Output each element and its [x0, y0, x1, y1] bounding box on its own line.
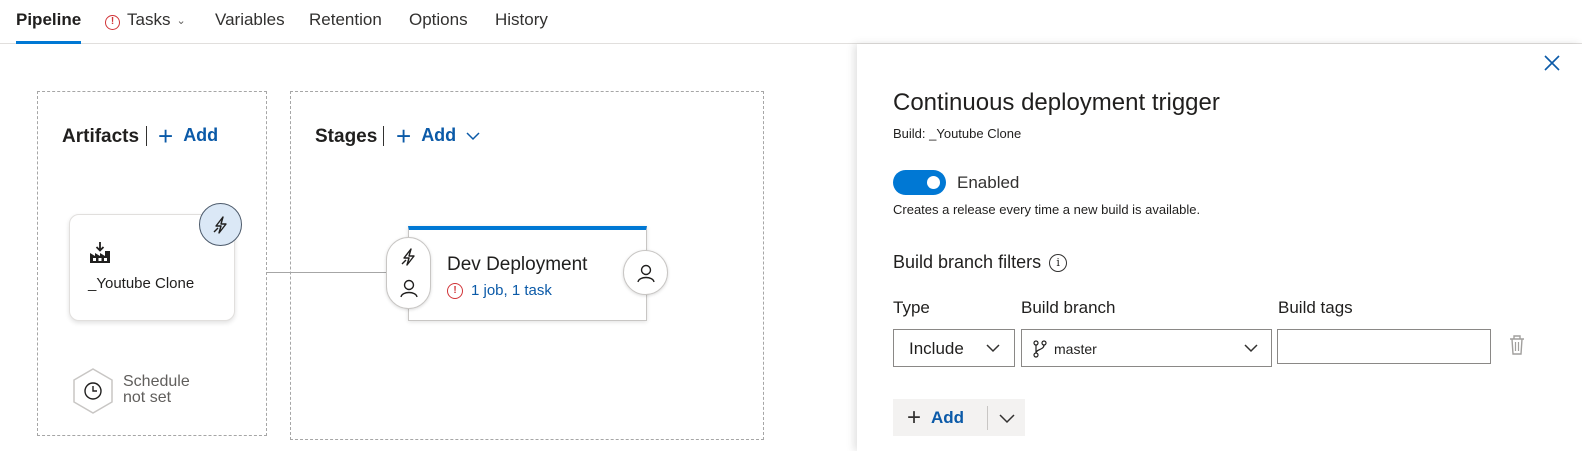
stages-title: Stages [315, 126, 378, 147]
stage-card[interactable]: Dev Deployment ! 1 job, 1 task [408, 226, 647, 321]
chevron-down-icon [466, 131, 480, 140]
tab-tasks[interactable]: ! Tasks ⌄ [105, 0, 186, 44]
artifact-name: _Youtube Clone [88, 275, 195, 292]
branch-value: master [1054, 341, 1097, 357]
tags-column-label: Build tags [1278, 298, 1353, 317]
build-factory-icon [90, 242, 110, 263]
tab-history-label: History [495, 10, 548, 29]
add-filter-main[interactable]: + Add [893, 403, 987, 431]
branch-column-label: Build branch [1021, 298, 1116, 317]
panel-title: Continuous deployment trigger [893, 89, 1220, 116]
trash-icon[interactable] [1508, 334, 1526, 356]
info-icon[interactable]: i [1049, 253, 1068, 272]
toggle-label: Enabled [957, 173, 1020, 192]
add-artifact-button[interactable]: + Add [158, 120, 219, 151]
warning-icon: ! [105, 15, 120, 30]
filters-title: Build branch filters i [893, 252, 1068, 273]
tab-variables-label: Variables [215, 10, 285, 29]
schedule-line1: Schedule [123, 373, 190, 390]
tab-pipeline[interactable]: Pipeline [16, 0, 82, 44]
tab-variables[interactable]: Variables [215, 0, 285, 44]
tab-history[interactable]: History [495, 0, 548, 44]
stage-name: Dev Deployment [447, 254, 588, 275]
enabled-toggle[interactable] [893, 170, 946, 195]
panel-subtitle: Build: _Youtube Clone [893, 126, 1022, 141]
add-filter-button[interactable]: + Add [893, 399, 1025, 436]
chevron-down-icon [998, 413, 1015, 423]
top-nav: Pipeline ! Tasks ⌄ Variables Retention Opt… [0, 0, 1582, 44]
chevron-down-icon: ⌄ [176, 15, 186, 27]
filters-title-text: Build branch filters [893, 252, 1042, 272]
lightning-icon [401, 248, 415, 266]
person-icon [400, 279, 418, 298]
chevron-down-icon [1244, 344, 1258, 353]
pre-deployment-conditions[interactable] [386, 237, 431, 309]
error-icon: ! [447, 282, 463, 299]
post-deployment-conditions[interactable] [623, 250, 668, 295]
plus-icon: + [907, 403, 922, 431]
schedule-line2: not set [123, 389, 172, 406]
tab-retention-label: Retention [309, 10, 382, 29]
add-artifact-label: Add [183, 125, 219, 145]
stage-status-text: 1 job, 1 task [471, 282, 552, 299]
add-stage-button[interactable]: + Add [396, 120, 480, 151]
lightning-icon [213, 215, 227, 234]
title-separator [146, 126, 147, 146]
add-filter-dropdown[interactable] [988, 412, 1025, 424]
type-dropdown[interactable]: Include [893, 329, 1015, 367]
title-separator [383, 126, 384, 146]
tab-retention[interactable]: Retention [309, 0, 382, 44]
branch-dropdown[interactable]: master [1021, 329, 1272, 367]
cd-trigger-panel: Continuous deployment trigger Build: _Yo… [857, 44, 1582, 451]
cd-trigger-button[interactable] [199, 203, 242, 246]
artifacts-title: Artifacts [62, 126, 140, 147]
type-column-label: Type [893, 298, 930, 317]
stage-status-link[interactable]: ! 1 job, 1 task [447, 282, 552, 299]
plus-icon: + [158, 120, 174, 151]
schedule-status[interactable]: Schedule not set [123, 374, 190, 406]
chevron-down-icon [986, 344, 1000, 353]
person-icon [636, 264, 655, 282]
build-tags-input[interactable] [1277, 329, 1491, 364]
tab-pipeline-label: Pipeline [16, 10, 82, 29]
tab-options-label: Options [409, 10, 468, 29]
toggle-description: Creates a release every time a new build… [893, 202, 1201, 217]
close-icon[interactable] [1541, 52, 1563, 74]
add-stage-label: Add [421, 125, 457, 145]
add-filter-label: Add [931, 407, 965, 427]
tab-tasks-label: Tasks [127, 10, 171, 29]
type-value: Include [909, 339, 964, 358]
branch-icon [1033, 340, 1047, 358]
schedule-button[interactable] [71, 367, 115, 415]
tab-options[interactable]: Options [409, 0, 468, 44]
plus-icon: + [396, 120, 412, 151]
